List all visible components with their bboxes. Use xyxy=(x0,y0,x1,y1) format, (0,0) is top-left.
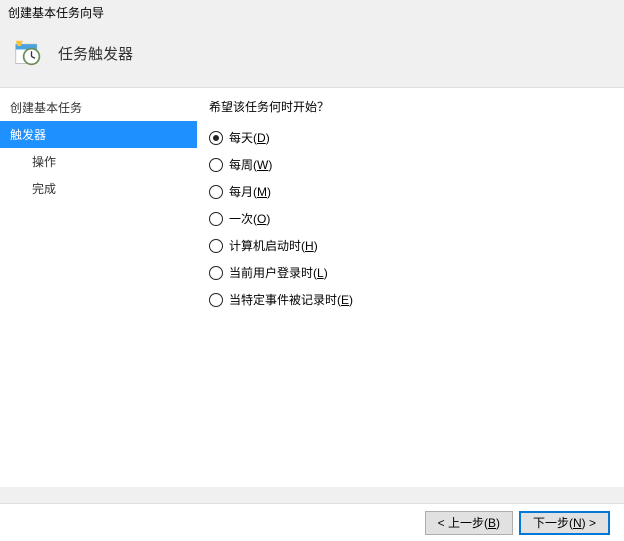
radio-daily[interactable]: 每天(D) xyxy=(209,129,608,146)
radio-on-startup[interactable]: 计算机启动时(H) xyxy=(209,237,608,254)
radio-input[interactable] xyxy=(209,239,223,253)
wizard-body: 创建基本任务 触发器 操作 完成 希望该任务何时开始？ 每天(D) 每周(W) … xyxy=(0,87,624,487)
prompt-label: 希望该任务何时开始？ xyxy=(209,98,608,115)
sidebar-item-action[interactable]: 操作 xyxy=(0,148,197,175)
sidebar-item-create-task[interactable]: 创建基本任务 xyxy=(0,94,197,121)
radio-input[interactable] xyxy=(209,185,223,199)
radio-label: 一次(O) xyxy=(229,210,270,227)
wizard-content: 希望该任务何时开始？ 每天(D) 每周(W) 每月(M) 一次(O) 计算机启动… xyxy=(197,88,624,487)
radio-weekly[interactable]: 每周(W) xyxy=(209,156,608,173)
back-button[interactable]: < 上一步(B) xyxy=(425,511,513,535)
header-title: 任务触发器 xyxy=(58,43,133,64)
window-title: 创建基本任务向导 xyxy=(0,0,624,21)
radio-label: 每月(M) xyxy=(229,183,271,200)
clock-icon xyxy=(14,39,42,67)
radio-input[interactable] xyxy=(209,293,223,307)
wizard-header: 任务触发器 xyxy=(0,21,624,87)
sidebar-item-finish[interactable]: 完成 xyxy=(0,175,197,202)
radio-label: 当特定事件被记录时(E) xyxy=(229,291,353,308)
radio-label: 每天(D) xyxy=(229,129,270,146)
trigger-radio-group: 每天(D) 每周(W) 每月(M) 一次(O) 计算机启动时(H) 当前用户登录… xyxy=(209,129,608,308)
wizard-footer: < 上一步(B) 下一步(N) > xyxy=(0,503,624,541)
next-button[interactable]: 下一步(N) > xyxy=(519,511,610,535)
radio-input[interactable] xyxy=(209,158,223,172)
radio-once[interactable]: 一次(O) xyxy=(209,210,608,227)
radio-input[interactable] xyxy=(209,266,223,280)
radio-on-logon[interactable]: 当前用户登录时(L) xyxy=(209,264,608,281)
sidebar-item-trigger[interactable]: 触发器 xyxy=(0,121,197,148)
radio-monthly[interactable]: 每月(M) xyxy=(209,183,608,200)
radio-label: 计算机启动时(H) xyxy=(229,237,318,254)
radio-label: 当前用户登录时(L) xyxy=(229,264,328,281)
radio-label: 每周(W) xyxy=(229,156,272,173)
radio-input[interactable] xyxy=(209,212,223,226)
wizard-sidebar: 创建基本任务 触发器 操作 完成 xyxy=(0,88,197,487)
radio-input[interactable] xyxy=(209,131,223,145)
radio-on-event[interactable]: 当特定事件被记录时(E) xyxy=(209,291,608,308)
